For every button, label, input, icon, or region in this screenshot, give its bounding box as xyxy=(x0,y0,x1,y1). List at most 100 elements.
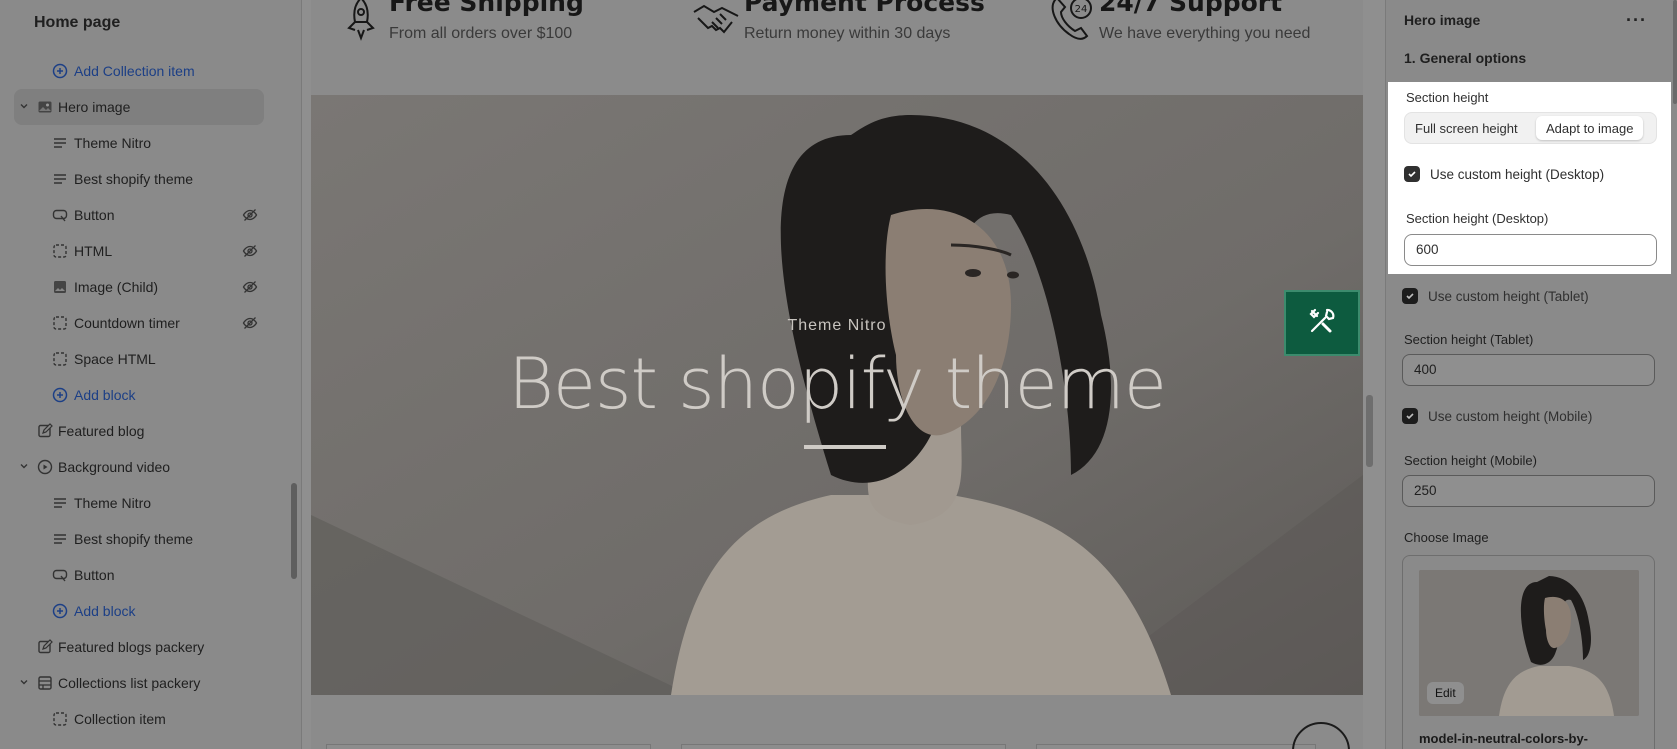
tablet-height-label: Section height (Tablet) xyxy=(1404,332,1534,347)
tree-item-button-2[interactable]: Button xyxy=(0,557,290,593)
tree-item-button[interactable]: Button xyxy=(0,197,290,233)
eye-off-icon[interactable] xyxy=(242,207,258,223)
plus-circle-icon xyxy=(52,603,68,619)
tree-item-label: Theme Nitro xyxy=(74,495,152,511)
svg-text:24: 24 xyxy=(1075,4,1088,15)
desktop-height-input[interactable]: 600 xyxy=(1404,234,1657,266)
feature-subtitle: We have everything you need xyxy=(1099,25,1311,42)
tree-item-label: Background video xyxy=(58,459,171,475)
collection-card[interactable] xyxy=(326,744,651,749)
eye-off-icon[interactable] xyxy=(242,279,258,295)
tree-item-featured-blog[interactable]: Featured blog xyxy=(0,413,290,449)
more-options-icon[interactable]: ··· xyxy=(1626,10,1647,31)
tree-item-collections-list-packery[interactable]: Collections list packery xyxy=(0,665,290,701)
desktop-height-label: Section height (Desktop) xyxy=(1406,211,1549,226)
tree-item-featured-blogs-packery[interactable]: Featured blogs packery xyxy=(0,629,290,665)
feature-support: 24 24/7 Support We have everything you n… xyxy=(1031,0,1361,58)
feature-subtitle: From all orders over $100 xyxy=(389,25,573,42)
feature-free-shipping: Free Shipping From all orders over $100 xyxy=(321,0,651,58)
tablet-height-input[interactable]: 400 xyxy=(1402,354,1655,386)
feature-title: Free Shipping xyxy=(389,0,584,17)
dashed-box-icon xyxy=(52,711,68,727)
text-icon xyxy=(52,531,68,547)
button-icon xyxy=(52,207,68,223)
feature-payment-process: Payment Process Return money within 30 d… xyxy=(676,0,1006,58)
chevron-down-icon[interactable] xyxy=(18,676,32,690)
image-thumbnail: Edit xyxy=(1419,570,1639,716)
custom-height-mobile-checkbox[interactable]: Use custom height (Mobile) xyxy=(1402,406,1592,426)
edit-image-button[interactable]: Edit xyxy=(1427,682,1464,704)
sidebar-scrollbar[interactable] xyxy=(291,483,297,579)
tree-item-best-shopify-theme[interactable]: Best shopify theme xyxy=(0,161,290,197)
hero-title: Best shopify theme xyxy=(508,343,1167,425)
chevron-down-icon[interactable] xyxy=(18,460,32,474)
settings-scrollbar[interactable] xyxy=(1673,0,1677,104)
tree-item-background-video[interactable]: Background video xyxy=(0,449,290,485)
choose-image-label: Choose Image xyxy=(1404,530,1489,545)
tree-item-html[interactable]: HTML xyxy=(0,233,290,269)
tree-item-theme-nitro[interactable]: Theme Nitro xyxy=(0,125,290,161)
section-tree: Add Collection item Hero image Theme Nit… xyxy=(0,53,290,737)
tree-item-theme-nitro-2[interactable]: Theme Nitro xyxy=(0,485,290,521)
add-block-button-2[interactable]: Add block xyxy=(0,593,290,629)
image-icon xyxy=(52,279,68,295)
edit-icon xyxy=(37,423,53,439)
tree-item-label: Add Collection item xyxy=(74,63,195,79)
checkbox-label: Use custom height (Tablet) xyxy=(1428,288,1589,304)
checkbox-checked-icon[interactable] xyxy=(1404,166,1420,182)
tree-item-hero-image[interactable]: Hero image xyxy=(14,89,264,125)
tree-item-label: Best shopify theme xyxy=(74,531,194,547)
add-block-button[interactable]: Add block xyxy=(0,377,290,413)
text-icon xyxy=(52,495,68,511)
feature-title: Payment Process xyxy=(744,0,985,17)
dashed-box-icon xyxy=(52,243,68,259)
mobile-height-input[interactable]: 250 xyxy=(1402,475,1655,507)
tools-icon xyxy=(1307,306,1337,341)
play-circle-icon xyxy=(37,459,53,475)
hero-image-section[interactable]: Theme Nitro Best shopify theme xyxy=(311,95,1363,695)
eye-off-icon[interactable] xyxy=(242,243,258,259)
hero-divider xyxy=(804,445,886,449)
tools-button[interactable] xyxy=(1284,290,1360,356)
tree-item-label: Featured blog xyxy=(58,423,145,439)
option-full-screen-height[interactable]: Full screen height xyxy=(1405,116,1528,140)
add-collection-item-button[interactable]: Add Collection item xyxy=(0,53,290,89)
tree-item-label: Best shopify theme xyxy=(74,171,194,187)
tree-item-image-child[interactable]: Image (Child) xyxy=(0,269,290,305)
phone-24-icon: 24 xyxy=(1047,0,1095,42)
tree-item-countdown-timer[interactable]: Countdown timer xyxy=(0,305,290,341)
chevron-down-icon[interactable] xyxy=(18,100,32,114)
checkbox-checked-icon[interactable] xyxy=(1402,408,1418,424)
feature-subtitle: Return money within 30 days xyxy=(744,25,951,42)
text-icon xyxy=(52,171,68,187)
custom-height-tablet-checkbox[interactable]: Use custom height (Tablet) xyxy=(1402,286,1589,306)
tree-item-best-shopify-theme-2[interactable]: Best shopify theme xyxy=(0,521,290,557)
section-heading: 1. General options xyxy=(1404,50,1527,66)
tree-item-label: Collections list packery xyxy=(58,675,201,691)
tree-item-collection-item[interactable]: Collection item xyxy=(0,701,290,737)
button-icon xyxy=(52,567,68,583)
text-icon xyxy=(52,135,68,151)
plus-circle-icon xyxy=(52,63,68,79)
tree-item-label: Theme Nitro xyxy=(74,135,152,151)
feature-title: 24/7 Support xyxy=(1099,0,1283,17)
collection-card[interactable] xyxy=(1036,744,1316,749)
dashed-box-icon xyxy=(52,315,68,331)
preview-scrollbar[interactable] xyxy=(1366,395,1373,467)
store-preview: Free Shipping From all orders over $100 … xyxy=(302,0,1385,749)
option-adapt-to-image[interactable]: Adapt to image xyxy=(1536,116,1644,140)
plus-circle-icon xyxy=(52,387,68,403)
custom-height-desktop-checkbox[interactable]: Use custom height (Desktop) xyxy=(1404,164,1604,184)
eye-off-icon[interactable] xyxy=(242,315,258,331)
tree-item-label: Button xyxy=(74,567,115,583)
checkbox-checked-icon[interactable] xyxy=(1402,288,1418,304)
tree-item-label: Countdown timer xyxy=(74,315,180,331)
page-title: Home page xyxy=(34,14,121,31)
image-picker[interactable]: Edit model-in-neutral-colors-by- xyxy=(1402,555,1655,749)
checkbox-label: Use custom height (Desktop) xyxy=(1430,166,1605,182)
grid-icon xyxy=(37,675,53,691)
collection-card[interactable] xyxy=(681,744,1006,749)
settings-title: Hero image xyxy=(1404,12,1481,28)
rocket-icon xyxy=(337,0,385,42)
tree-item-space-html[interactable]: Space HTML xyxy=(0,341,290,377)
